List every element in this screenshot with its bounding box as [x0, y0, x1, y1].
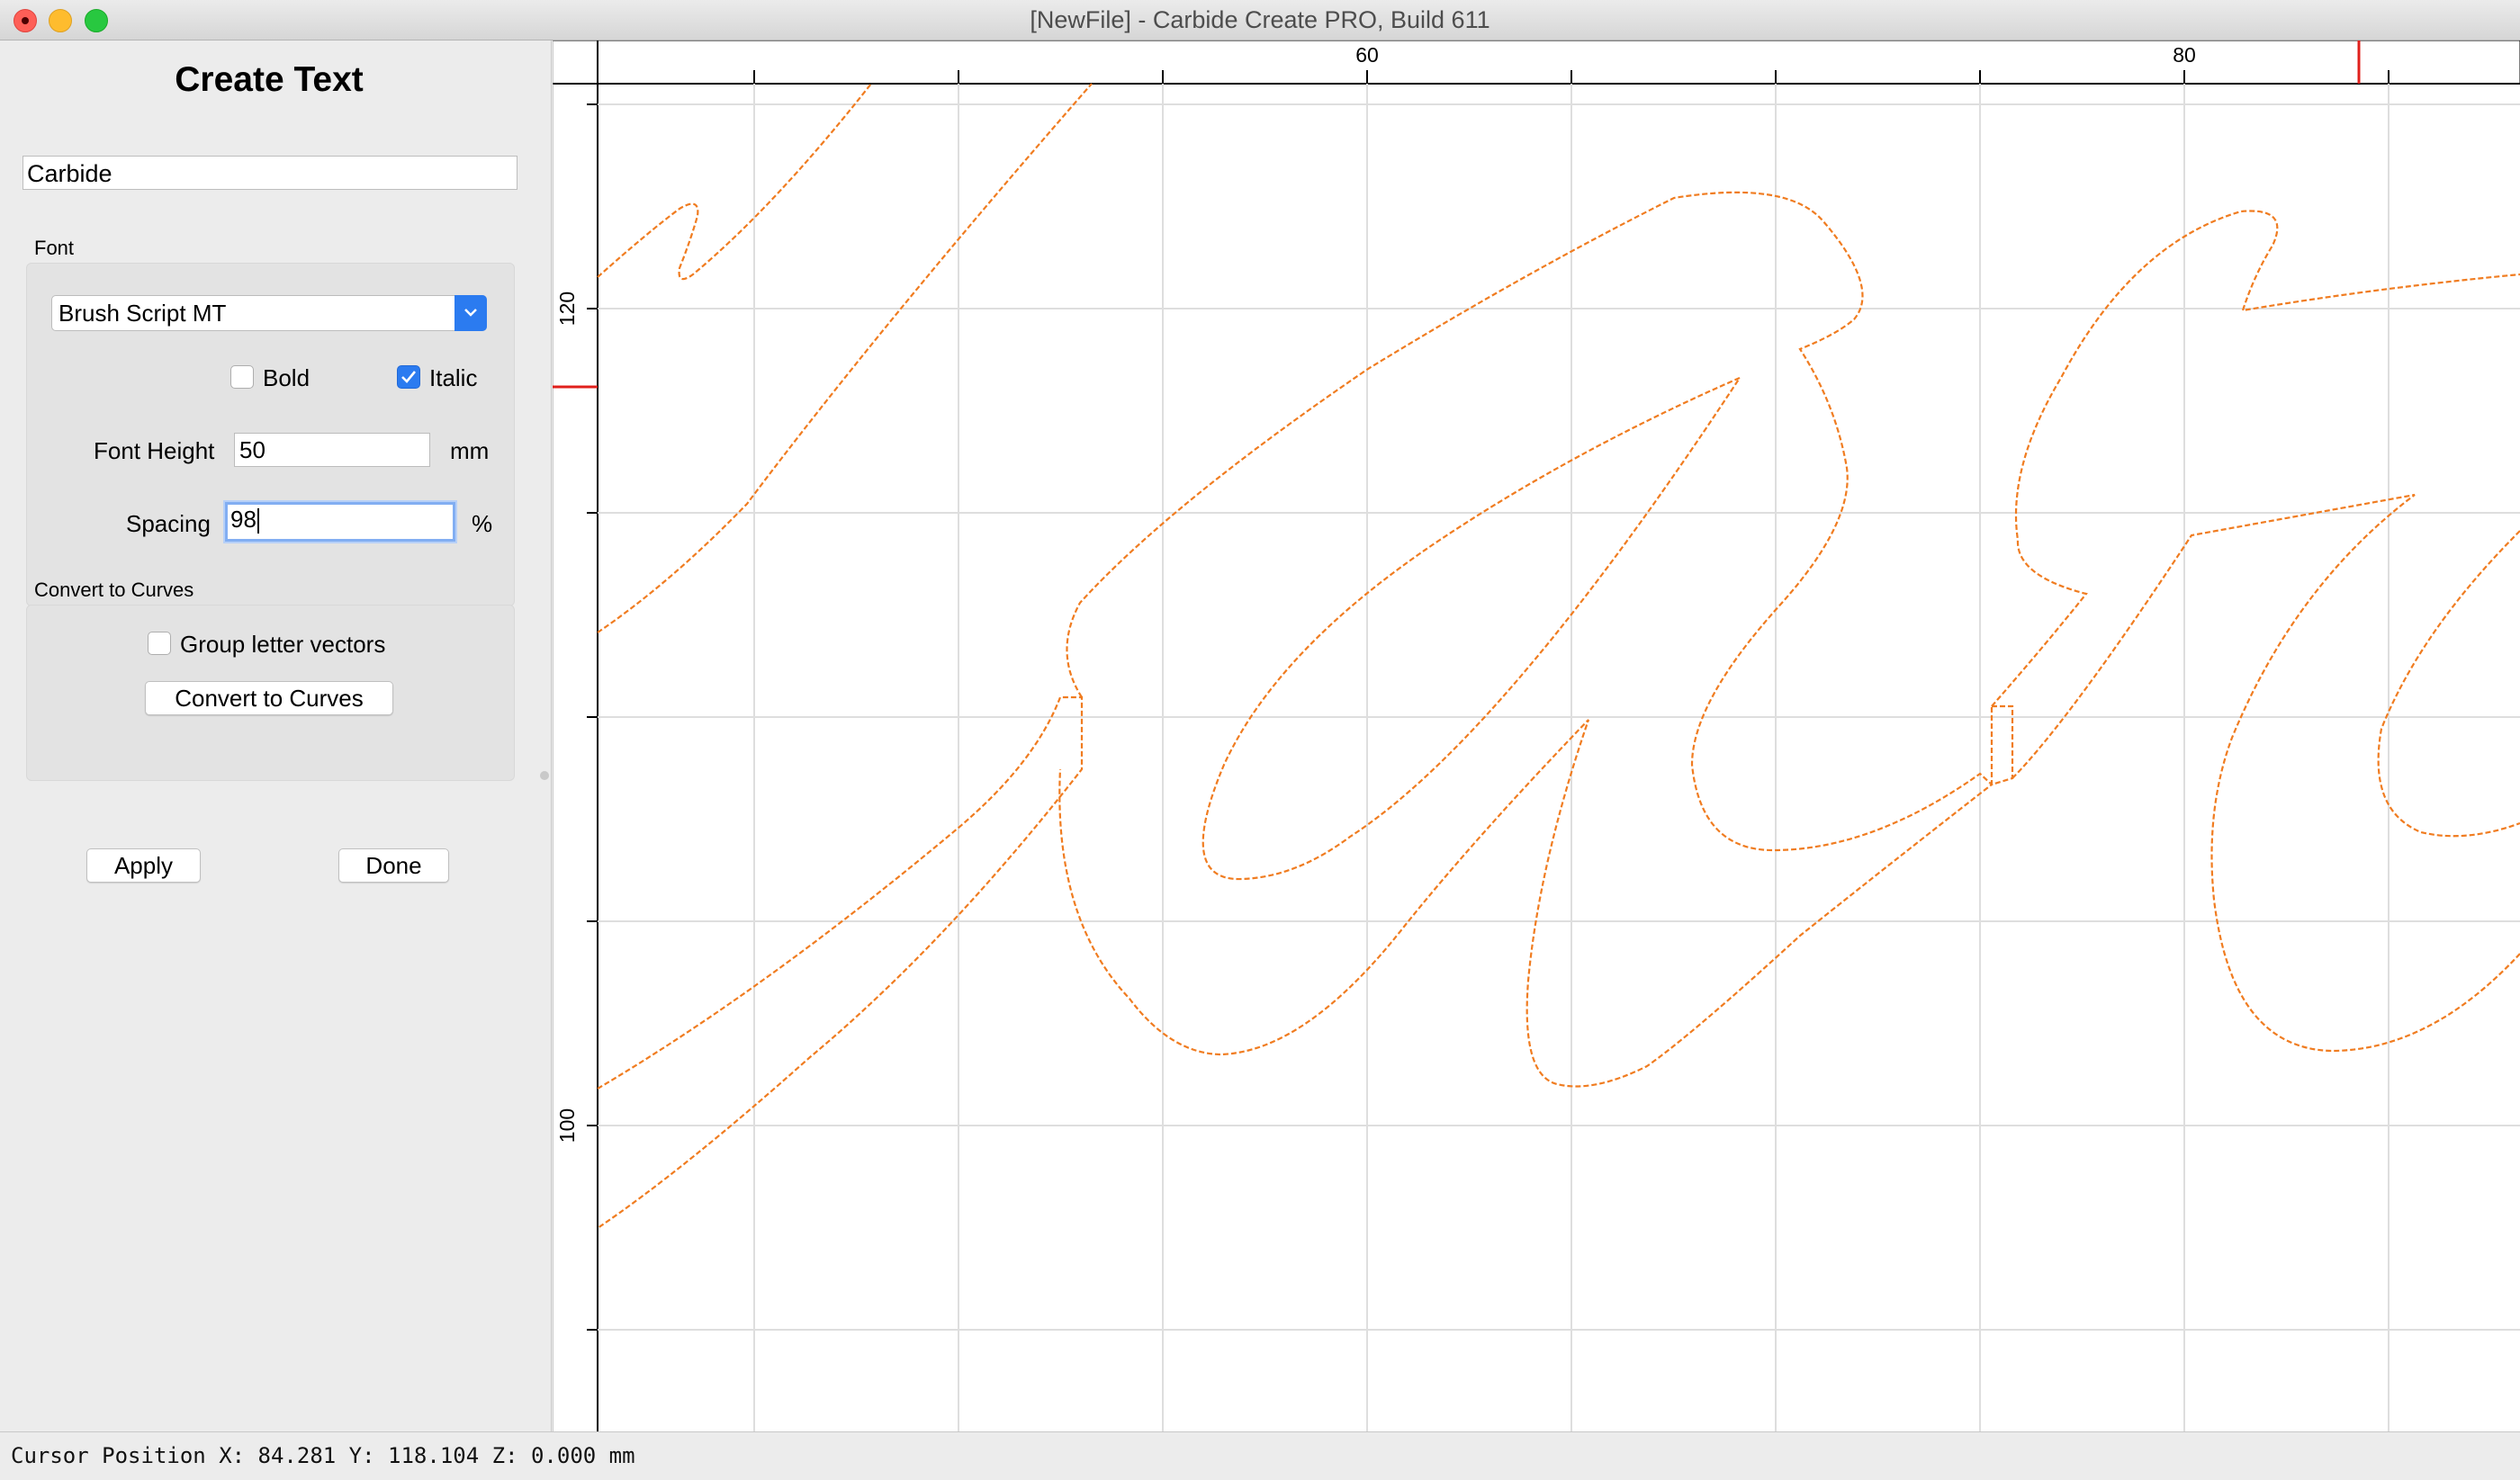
bold-checkbox[interactable]: [230, 365, 254, 389]
status-bar: Cursor Position X: 84.281 Y: 118.104 Z: …: [0, 1431, 2520, 1480]
top-ruler: [552, 40, 2520, 85]
convert-to-curves-button[interactable]: Convert to Curves: [145, 681, 393, 715]
chevron-down-icon: [454, 295, 487, 331]
left-ruler: [553, 84, 598, 1431]
window-title: [NewFile] - Carbide Create PRO, Build 61…: [1030, 6, 1490, 33]
convert-section-label: Convert to Curves: [34, 579, 194, 601]
grid: [598, 84, 2520, 1431]
spacing-input[interactable]: 98: [225, 502, 455, 542]
design-canvas[interactable]: 60 80 120 100: [552, 40, 2520, 1431]
spacing-value: 98: [230, 506, 256, 533]
panel-title: Create Text: [175, 60, 364, 99]
ruler-label-80: 80: [2173, 43, 2196, 67]
text-cursor: [256, 508, 259, 534]
italic-checkbox[interactable]: [397, 365, 420, 389]
font-section-label: Font: [34, 237, 75, 259]
create-text-panel: Create Text Carbide Font Brush Script MT…: [0, 40, 552, 1431]
splitter-handle[interactable]: [540, 771, 549, 780]
cursor-position-readout: Cursor Position X: 84.281 Y: 118.104 Z: …: [11, 1443, 635, 1468]
font-height-input[interactable]: 50: [234, 433, 430, 467]
text-vector-outline: [597, 83, 2520, 1229]
spacing-unit: %: [472, 510, 493, 537]
font-height-label: Font Height: [94, 437, 215, 464]
ruler-label-120: 120: [555, 292, 579, 326]
spacing-label: Spacing: [126, 510, 211, 537]
group-letter-vectors-label: Group letter vectors: [180, 631, 386, 658]
ruler-label-60: 60: [1355, 43, 1379, 67]
title-bar: [NewFile] - Carbide Create PRO, Build 61…: [0, 0, 2520, 40]
font-height-unit: mm: [450, 437, 490, 464]
text-input[interactable]: Carbide: [22, 156, 518, 190]
group-letter-vectors-checkbox[interactable]: [148, 632, 171, 655]
bold-label: Bold: [263, 364, 310, 391]
italic-label: Italic: [429, 364, 478, 391]
done-button[interactable]: Done: [338, 848, 449, 883]
font-select-value: Brush Script MT: [58, 300, 227, 327]
font-select[interactable]: Brush Script MT: [51, 295, 487, 331]
apply-button[interactable]: Apply: [86, 848, 201, 883]
ruler-ticks: [587, 70, 2390, 1331]
canvas-svg: 60 80 120 100: [552, 40, 2520, 1431]
ruler-label-100: 100: [555, 1108, 579, 1143]
checkmark-icon: [401, 371, 417, 383]
